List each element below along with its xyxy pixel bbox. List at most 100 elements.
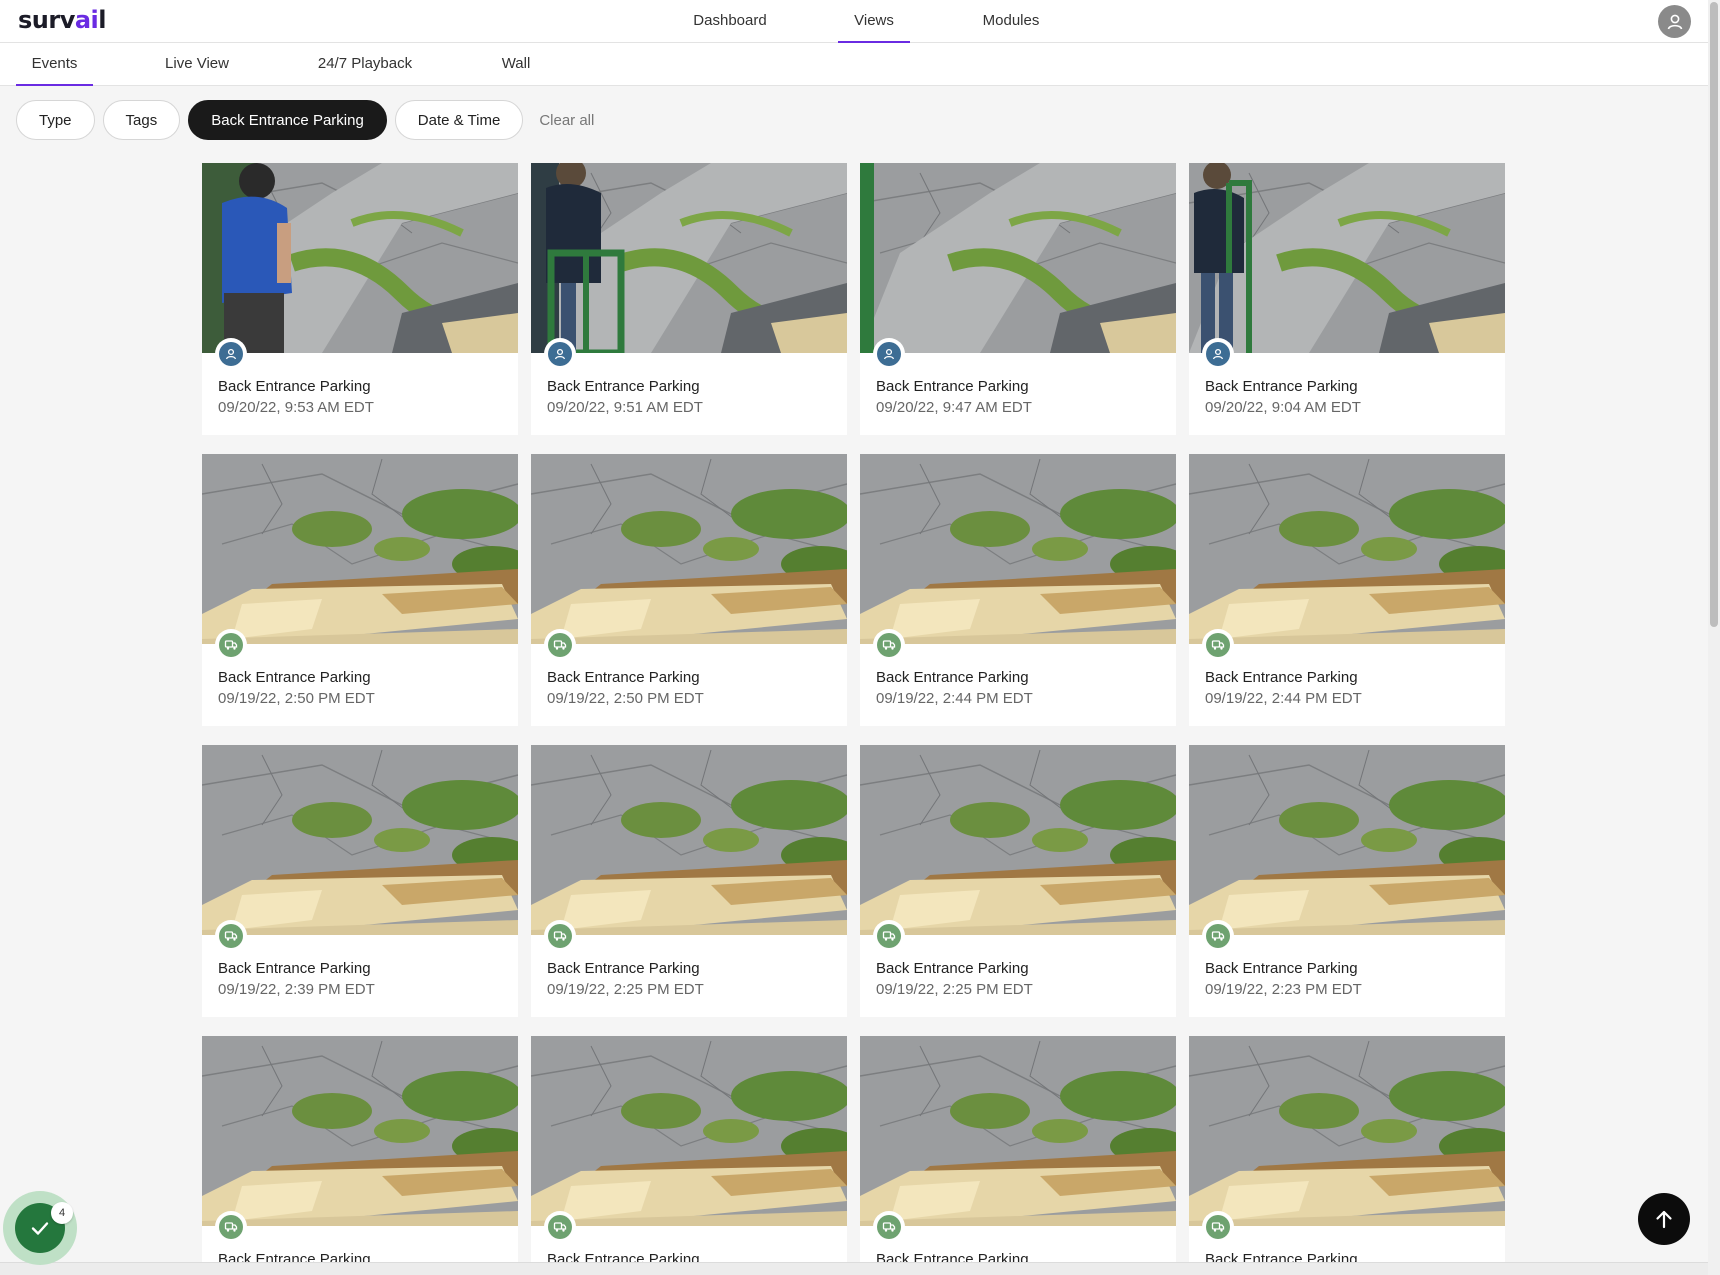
event-camera-name: Back Entrance Parking: [1205, 960, 1358, 977]
event-camera-name: Back Entrance Parking: [876, 960, 1029, 977]
filter-camera[interactable]: Back Entrance Parking: [188, 100, 387, 140]
event-thumbnail[interactable]: [860, 745, 1176, 935]
event-type-badge-inner: [877, 924, 901, 948]
event-timestamp: 09/20/22, 9:53 AM EDT: [218, 399, 374, 416]
event-type-badge: [215, 629, 247, 661]
event-type-badge: [544, 1211, 576, 1243]
event-card[interactable]: Back Entrance Parking: [860, 1036, 1176, 1275]
event-thumbnail[interactable]: [1189, 1036, 1505, 1226]
filter-tags[interactable]: Tags: [102, 100, 181, 140]
event-type-badge: [544, 920, 576, 952]
event-card[interactable]: Back Entrance Parking: [202, 1036, 518, 1275]
event-camera-name: Back Entrance Parking: [218, 378, 371, 395]
event-timestamp: 09/20/22, 9:04 AM EDT: [1205, 399, 1361, 416]
top-bar: survail Dashboard Views Modules: [0, 0, 1708, 43]
event-type-badge-inner: [219, 342, 243, 366]
event-card[interactable]: Back Entrance Parking 09/19/22, 2:50 PM E…: [531, 454, 847, 726]
filter-date-time[interactable]: Date & Time: [394, 100, 524, 140]
event-type-badge: [544, 629, 576, 661]
tasks-button[interactable]: 4: [3, 1191, 77, 1265]
person-icon: [225, 348, 237, 360]
arrow-up-icon: [1656, 1210, 1672, 1229]
event-thumbnail[interactable]: [531, 454, 847, 644]
event-thumbnail[interactable]: [860, 1036, 1176, 1226]
tab-live-view[interactable]: Live View: [152, 43, 242, 86]
views-subnav: Events Live View 24/7 Playback Wall: [0, 43, 1708, 86]
vehicle-icon: [1211, 931, 1225, 941]
event-camera-name: Back Entrance Parking: [218, 669, 371, 686]
person-icon: [883, 348, 895, 360]
tab-events[interactable]: Events: [16, 43, 93, 86]
event-type-badge: [215, 920, 247, 952]
event-thumbnail[interactable]: [860, 454, 1176, 644]
event-thumbnail[interactable]: [202, 745, 518, 935]
event-camera-name: Back Entrance Parking: [218, 960, 371, 977]
event-thumbnail[interactable]: [531, 1036, 847, 1226]
event-thumbnail[interactable]: [531, 745, 847, 935]
bottom-strip: [0, 1262, 1708, 1275]
event-card[interactable]: Back Entrance Parking 09/20/22, 9:53 AM E…: [202, 163, 518, 435]
event-card[interactable]: Back Entrance Parking: [1189, 1036, 1505, 1275]
event-type-badge-inner: [219, 633, 243, 657]
event-type-badge-inner: [1206, 342, 1230, 366]
event-thumbnail[interactable]: [860, 163, 1176, 353]
event-type-badge-inner: [877, 342, 901, 366]
event-camera-name: Back Entrance Parking: [1205, 378, 1358, 395]
event-card[interactable]: Back Entrance Parking 09/20/22, 9:04 AM E…: [1189, 163, 1505, 435]
event-card[interactable]: Back Entrance Parking 09/20/22, 9:51 AM E…: [531, 163, 847, 435]
event-type-badge: [1202, 338, 1234, 370]
vehicle-icon: [1211, 640, 1225, 650]
event-thumbnail[interactable]: [531, 163, 847, 353]
event-thumbnail[interactable]: [1189, 163, 1505, 353]
event-type-badge-inner: [877, 633, 901, 657]
person-icon: [554, 348, 566, 360]
event-card[interactable]: Back Entrance Parking 09/19/22, 2:23 PM E…: [1189, 745, 1505, 1017]
event-type-badge-inner: [548, 1215, 572, 1239]
tab-wall[interactable]: Wall: [492, 43, 540, 86]
page-scrollbar[interactable]: [1708, 0, 1720, 1275]
event-card[interactable]: Back Entrance Parking: [531, 1036, 847, 1275]
event-type-badge-inner: [1206, 924, 1230, 948]
event-type-badge: [544, 338, 576, 370]
task-count-badge: 4: [51, 1202, 73, 1224]
nav-dashboard[interactable]: Dashboard: [680, 0, 780, 43]
event-timestamp: 09/19/22, 2:50 PM EDT: [547, 690, 704, 707]
scroll-to-top-button[interactable]: [1638, 1193, 1690, 1245]
scrollbar-thumb[interactable]: [1710, 2, 1718, 627]
event-card[interactable]: Back Entrance Parking 09/19/22, 2:44 PM E…: [1189, 454, 1505, 726]
main-nav: Dashboard Views Modules: [0, 0, 1708, 43]
event-type-badge: [873, 338, 905, 370]
tab-playback[interactable]: 24/7 Playback: [308, 43, 422, 86]
vehicle-icon: [224, 1222, 238, 1232]
event-type-badge-inner: [877, 1215, 901, 1239]
nav-modules[interactable]: Modules: [972, 0, 1050, 43]
event-card[interactable]: Back Entrance Parking 09/19/22, 2:44 PM E…: [860, 454, 1176, 726]
event-card[interactable]: Back Entrance Parking 09/19/22, 2:50 PM E…: [202, 454, 518, 726]
event-card[interactable]: Back Entrance Parking 09/19/22, 2:39 PM E…: [202, 745, 518, 1017]
event-type-badge-inner: [219, 1215, 243, 1239]
user-avatar[interactable]: [1658, 5, 1691, 38]
event-thumbnail[interactable]: [1189, 745, 1505, 935]
event-thumbnail[interactable]: [202, 1036, 518, 1226]
event-thumbnail[interactable]: [1189, 454, 1505, 644]
vehicle-icon: [1211, 1222, 1225, 1232]
event-camera-name: Back Entrance Parking: [876, 378, 1029, 395]
nav-views[interactable]: Views: [838, 0, 910, 43]
clear-all-link[interactable]: Clear all: [531, 112, 602, 129]
event-thumbnail[interactable]: [202, 163, 518, 353]
event-type-badge: [1202, 629, 1234, 661]
event-card[interactable]: Back Entrance Parking 09/20/22, 9:47 AM E…: [860, 163, 1176, 435]
event-card[interactable]: Back Entrance Parking 09/19/22, 2:25 PM E…: [531, 745, 847, 1017]
event-thumbnail[interactable]: [202, 454, 518, 644]
vehicle-icon: [882, 931, 896, 941]
vehicle-icon: [224, 931, 238, 941]
check-icon: [31, 1222, 49, 1235]
event-timestamp: 09/20/22, 9:47 AM EDT: [876, 399, 1032, 416]
event-timestamp: 09/19/22, 2:25 PM EDT: [876, 981, 1033, 998]
event-timestamp: 09/19/22, 2:23 PM EDT: [1205, 981, 1362, 998]
event-timestamp: 09/19/22, 2:50 PM EDT: [218, 690, 375, 707]
filter-type[interactable]: Type: [16, 100, 95, 140]
user-icon: [1667, 14, 1682, 29]
event-card[interactable]: Back Entrance Parking 09/19/22, 2:25 PM E…: [860, 745, 1176, 1017]
event-type-badge: [873, 629, 905, 661]
